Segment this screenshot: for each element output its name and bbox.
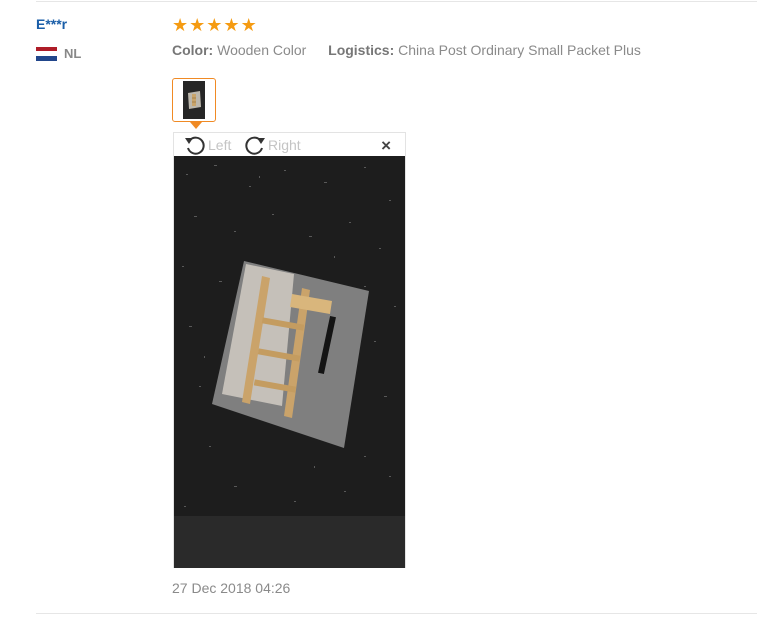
star-icon: ★ (223, 15, 240, 35)
reviewer-country: NL (36, 46, 81, 61)
country-code: NL (64, 46, 82, 61)
viewer-toolbar: Left Right × (174, 133, 405, 156)
rotate-right-button[interactable]: Right (244, 135, 301, 155)
photo-thumbnail[interactable] (172, 78, 216, 122)
thumbnail-pointer (190, 122, 202, 129)
photo-viewer: Left Right × (173, 132, 406, 568)
logistics-value: China Post Ordinary Small Packet Plus (398, 42, 641, 58)
rotate-right-label: Right (268, 137, 301, 153)
top-divider (36, 1, 757, 2)
star-icon: ★ (172, 15, 189, 35)
rating-stars: ★ ★ ★ ★ ★ (172, 16, 257, 34)
thumbnail-image (183, 81, 205, 119)
review-attributes: Color: Wooden Color Logistics: China Pos… (172, 42, 641, 58)
color-label: Color: (172, 42, 214, 58)
review-date: 27 Dec 2018 04:26 (172, 580, 291, 596)
rotate-left-icon (185, 136, 205, 155)
close-icon[interactable]: × (381, 136, 391, 156)
star-icon: ★ (206, 15, 223, 35)
bottom-divider (36, 613, 757, 614)
rotate-left-button[interactable]: Left (184, 135, 231, 155)
netherlands-flag-icon (36, 46, 57, 61)
color-value: Wooden Color (217, 42, 307, 58)
star-icon: ★ (189, 15, 206, 35)
reviewer-name[interactable]: E***r (36, 16, 67, 32)
rotate-left-label: Left (208, 137, 232, 153)
logistics-label: Logistics: (328, 42, 395, 58)
star-icon: ★ (240, 15, 257, 35)
review-photo (174, 156, 405, 568)
rotate-right-icon (245, 136, 265, 155)
